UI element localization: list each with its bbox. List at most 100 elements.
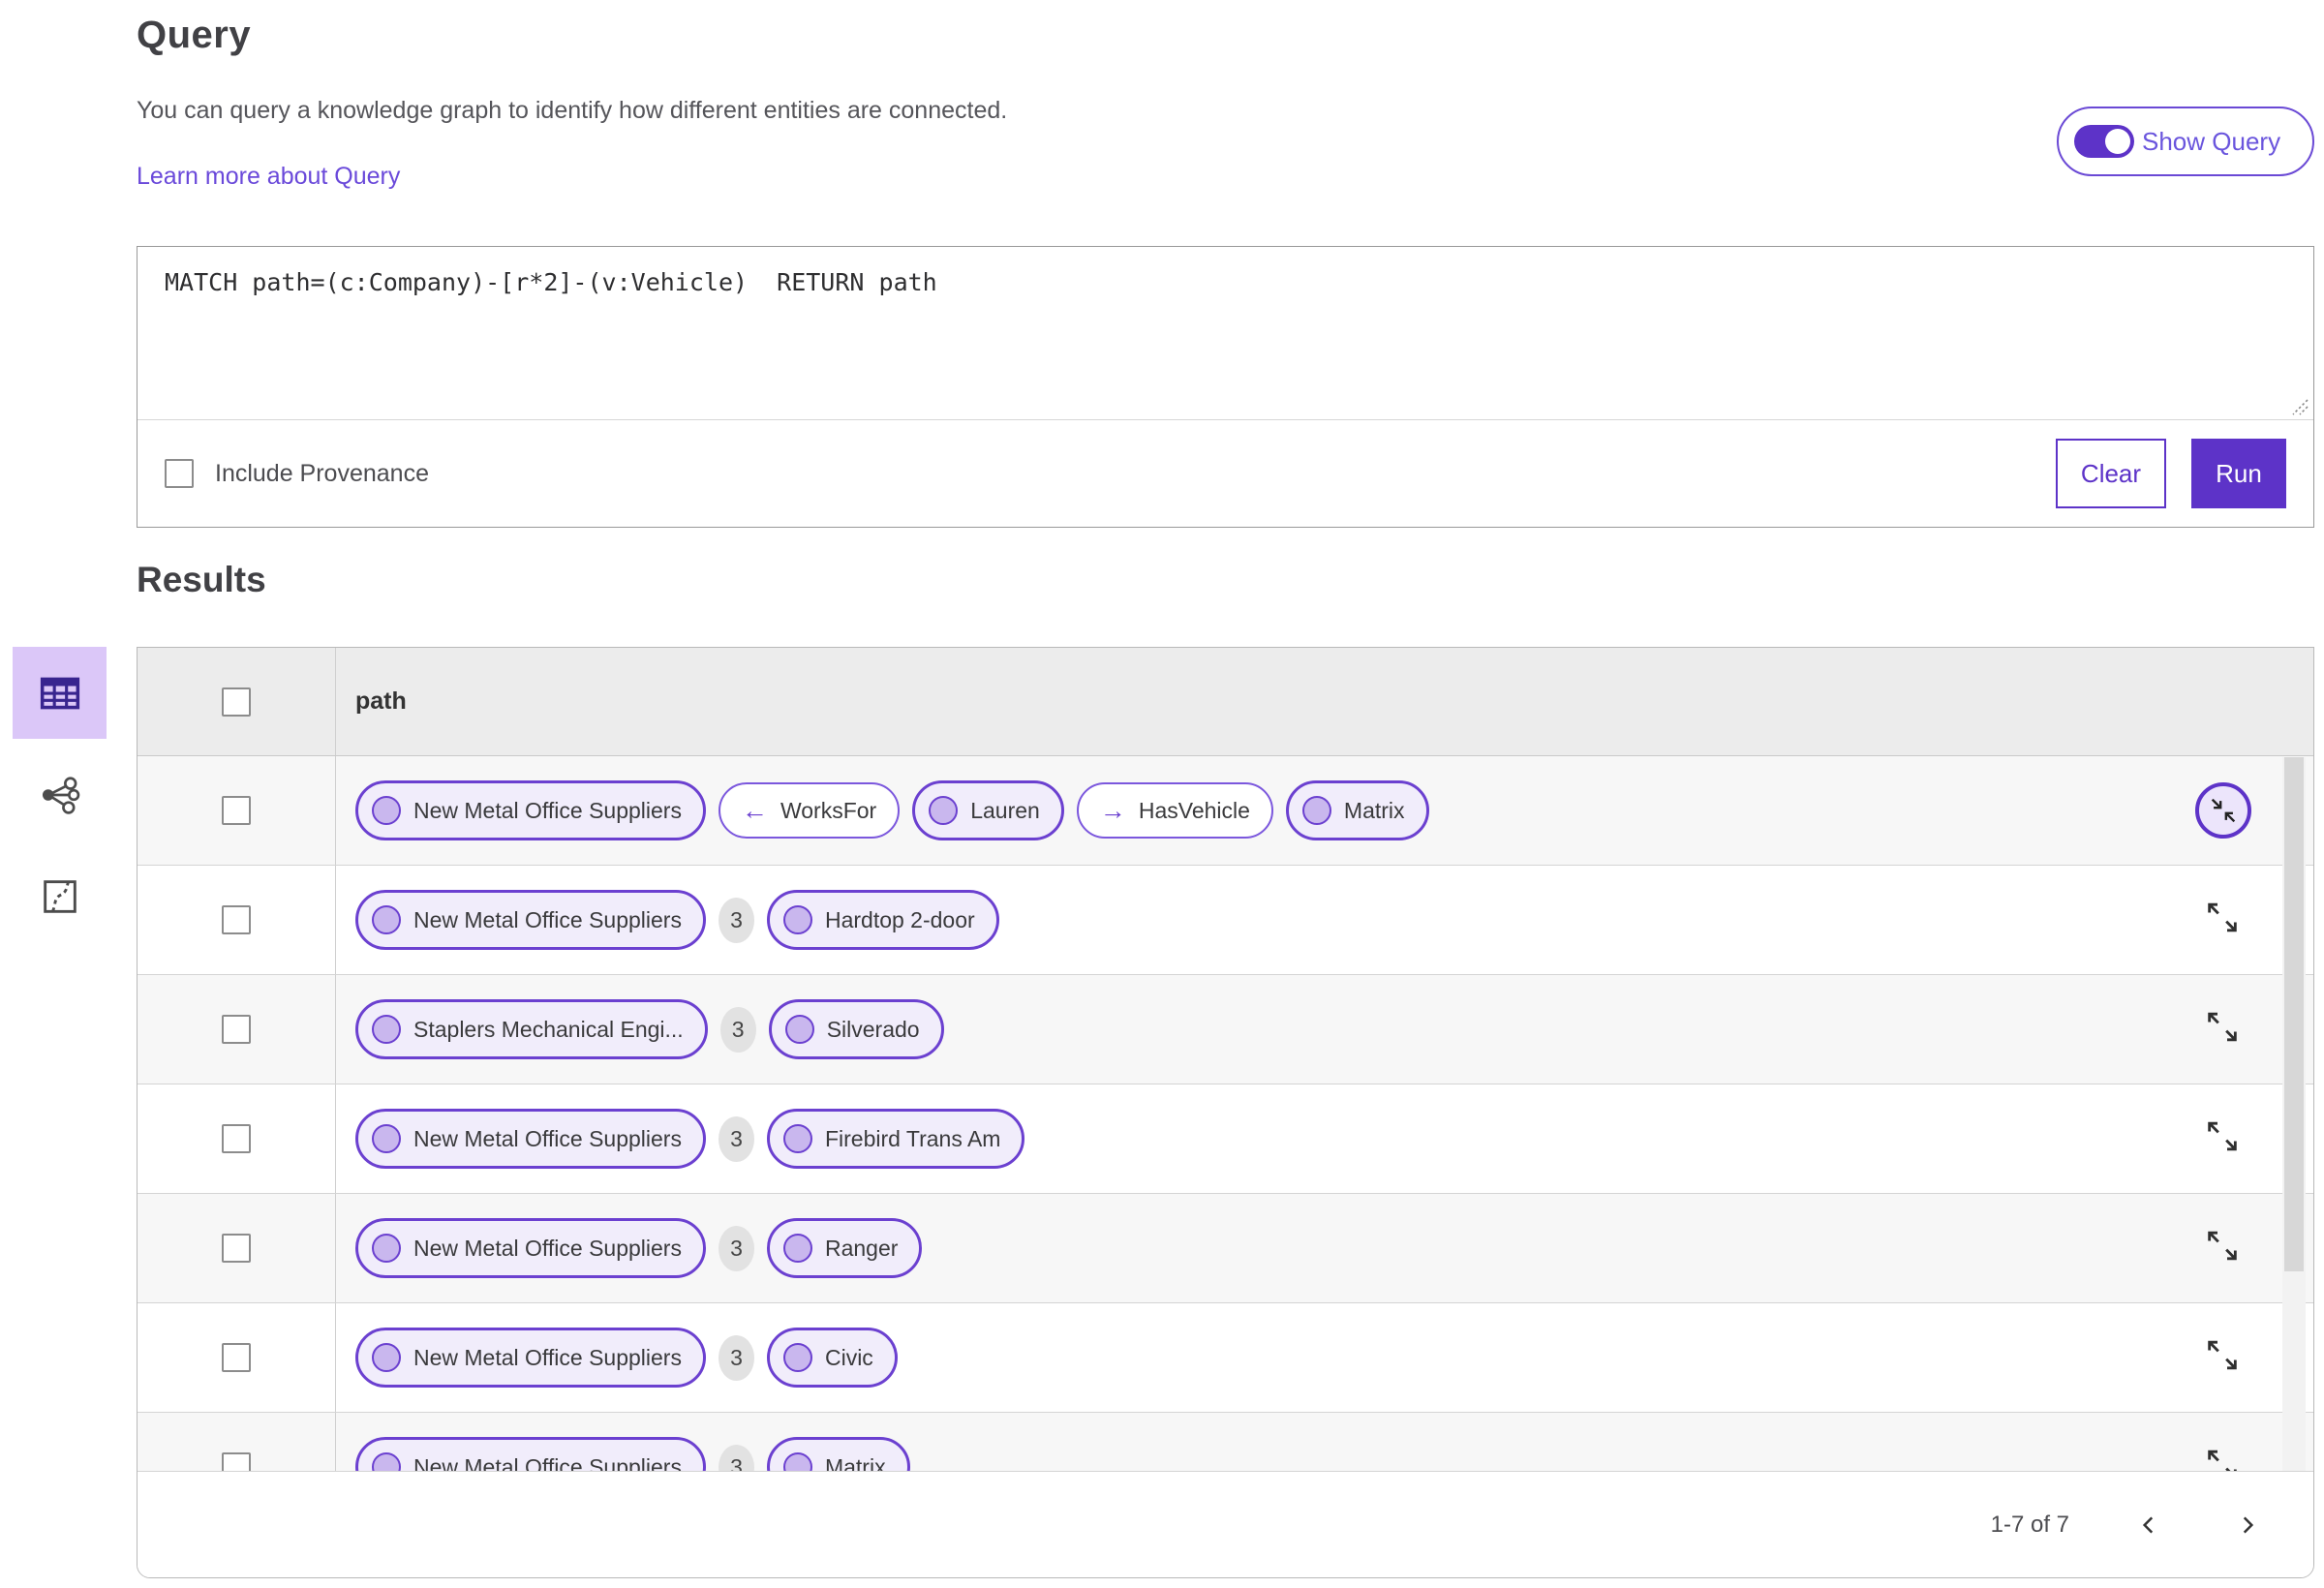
entity-pill[interactable]: New Metal Office Suppliers bbox=[355, 1328, 706, 1388]
table-row: New Metal Office Suppliers 3 Hardtop 2-doo… bbox=[138, 866, 2313, 975]
table-row: New Metal Office Suppliers ← WorksFor Laure… bbox=[138, 756, 2313, 866]
clear-button[interactable]: Clear bbox=[2056, 439, 2166, 508]
table-row: New Metal Office Suppliers 3 Civic bbox=[138, 1303, 2313, 1413]
include-provenance-checkbox[interactable] bbox=[165, 459, 194, 488]
pill-label: New Metal Office Suppliers bbox=[413, 1125, 682, 1151]
entity-pill[interactable]: Silverado bbox=[768, 999, 944, 1059]
path-cell: New Metal Office Suppliers ← WorksFor Laure… bbox=[336, 780, 2313, 840]
entity-node-icon bbox=[372, 796, 401, 825]
arrow-right-icon: → bbox=[1099, 795, 1126, 825]
expand-row-button[interactable] bbox=[2203, 1117, 2242, 1161]
entity-pill[interactable]: Lauren bbox=[912, 780, 1064, 840]
next-page-button[interactable] bbox=[2228, 1506, 2267, 1544]
collapsed-count-badge[interactable]: 3 bbox=[718, 897, 754, 943]
query-toolbar: Include Provenance Clear Run bbox=[138, 420, 2313, 527]
entity-pill[interactable]: New Metal Office Suppliers bbox=[355, 1109, 706, 1169]
collapsed-count-badge[interactable]: 3 bbox=[718, 1334, 754, 1381]
path-cell: New Metal Office Suppliers 3 Firebird Tran… bbox=[336, 1109, 2313, 1169]
entity-node-icon bbox=[372, 1234, 401, 1263]
entity-pill[interactable]: Ranger bbox=[766, 1218, 923, 1278]
row-checkbox-cell bbox=[138, 756, 336, 865]
collapsed-count-badge[interactable]: 3 bbox=[718, 1225, 754, 1271]
pill-label: Hardtop 2-door bbox=[824, 906, 975, 932]
row-checkbox[interactable] bbox=[222, 1234, 251, 1263]
entity-pill[interactable]: Firebird Trans Am bbox=[766, 1109, 1025, 1169]
results-table-body: New Metal Office Suppliers ← WorksFor Laure… bbox=[138, 756, 2313, 1522]
entity-node-icon bbox=[1301, 796, 1331, 825]
row-checkbox[interactable] bbox=[222, 905, 251, 934]
row-checkbox[interactable] bbox=[222, 1015, 251, 1044]
pill-label: Civic bbox=[824, 1344, 873, 1370]
collapsed-count-badge[interactable]: 3 bbox=[719, 1006, 756, 1053]
previous-page-button[interactable] bbox=[2129, 1506, 2168, 1544]
select-all-checkbox[interactable] bbox=[222, 687, 251, 717]
collapsed-count-badge[interactable]: 3 bbox=[718, 1115, 754, 1162]
pagination-range-label: 1-7 of 7 bbox=[1990, 1511, 2069, 1538]
entity-node-icon bbox=[929, 796, 959, 825]
entity-pill[interactable]: New Metal Office Suppliers bbox=[355, 1218, 706, 1278]
expand-row-button[interactable] bbox=[2203, 1336, 2242, 1380]
expand-row-button[interactable] bbox=[2203, 1008, 2242, 1052]
entity-node-icon bbox=[372, 1343, 401, 1372]
pill-label: HasVehicle bbox=[1138, 797, 1250, 823]
entity-pill[interactable]: Staplers Mechanical Engi... bbox=[355, 999, 708, 1059]
collapse-icon bbox=[2211, 798, 2236, 823]
show-query-label: Show Query bbox=[2142, 126, 2281, 156]
entity-node-icon bbox=[782, 1124, 812, 1153]
pill-label: WorksFor bbox=[780, 797, 877, 823]
pill-label: Firebird Trans Am bbox=[824, 1125, 1001, 1151]
table-scrollbar[interactable] bbox=[2282, 757, 2306, 1471]
entity-pill[interactable]: Hardtop 2-door bbox=[766, 890, 999, 950]
entity-pill[interactable]: Civic bbox=[766, 1328, 898, 1388]
include-provenance-label: Include Provenance bbox=[215, 459, 429, 487]
link-chart-view-icon bbox=[42, 776, 79, 814]
results-view-sidebar bbox=[13, 647, 107, 942]
relationship-pill[interactable]: ← WorksFor bbox=[718, 782, 901, 839]
pill-label: New Metal Office Suppliers bbox=[413, 1344, 682, 1370]
run-button[interactable]: Run bbox=[2191, 439, 2286, 508]
row-checkbox[interactable] bbox=[222, 1343, 251, 1372]
results-table: path New Metal Office Suppliers ← WorksFor… bbox=[137, 647, 2314, 1578]
expand-row-button[interactable] bbox=[2203, 1227, 2242, 1270]
entity-pill[interactable]: New Metal Office Suppliers bbox=[355, 780, 706, 840]
scrollbar-thumb[interactable] bbox=[2284, 757, 2304, 1271]
map-view-button[interactable] bbox=[13, 850, 107, 942]
arrow-left-icon: ← bbox=[741, 795, 768, 825]
relationship-pill[interactable]: → HasVehicle bbox=[1076, 782, 1273, 839]
entity-node-icon bbox=[782, 1234, 812, 1263]
chevron-right-icon bbox=[2243, 1516, 2254, 1533]
row-checkbox-cell bbox=[138, 1303, 336, 1412]
path-cell: New Metal Office Suppliers 3 Ranger bbox=[336, 1218, 2313, 1278]
query-description: You can query a knowledge graph to ident… bbox=[137, 97, 1008, 124]
learn-more-link[interactable]: Learn more about Query bbox=[137, 163, 400, 191]
pill-label: New Metal Office Suppliers bbox=[413, 797, 682, 823]
row-checkbox-cell bbox=[138, 1194, 336, 1302]
path-cell: New Metal Office Suppliers 3 Civic bbox=[336, 1328, 2313, 1388]
table-view-button[interactable] bbox=[13, 647, 107, 739]
select-all-cell bbox=[138, 648, 336, 755]
row-checkbox[interactable] bbox=[222, 1124, 251, 1153]
collapse-row-button[interactable] bbox=[2195, 782, 2251, 839]
expand-icon bbox=[2208, 1012, 2237, 1042]
path-cell: New Metal Office Suppliers 3 Hardtop 2-doo… bbox=[336, 890, 2313, 950]
link-chart-view-button[interactable] bbox=[13, 748, 107, 840]
entity-pill[interactable]: New Metal Office Suppliers bbox=[355, 890, 706, 950]
table-row: Staplers Mechanical Engi... 3 Silverado bbox=[138, 975, 2313, 1084]
entity-node-icon bbox=[782, 905, 812, 934]
toggle-switch-icon[interactable] bbox=[2074, 125, 2134, 158]
expand-row-button[interactable] bbox=[2203, 899, 2242, 942]
expand-icon bbox=[2208, 1231, 2237, 1261]
page-title: Query bbox=[137, 14, 252, 56]
row-checkbox-cell bbox=[138, 975, 336, 1084]
resize-handle-icon[interactable] bbox=[2287, 394, 2310, 417]
row-checkbox[interactable] bbox=[222, 796, 251, 825]
query-panel: MATCH path=(c:Company)-[r*2]-(v:Vehicle)… bbox=[137, 246, 2314, 528]
entity-pill[interactable]: Matrix bbox=[1285, 780, 1429, 840]
show-query-toggle[interactable]: Show Query bbox=[2057, 107, 2314, 176]
pill-label: New Metal Office Suppliers bbox=[413, 1235, 682, 1261]
query-page: { "colors": { "accent_purple": "#5d33c8"… bbox=[0, 0, 2324, 1588]
query-text-input[interactable]: MATCH path=(c:Company)-[r*2]-(v:Vehicle)… bbox=[138, 247, 2313, 420]
row-checkbox-cell bbox=[138, 1084, 336, 1193]
pill-label: Ranger bbox=[824, 1235, 899, 1261]
results-table-header: path bbox=[138, 648, 2313, 756]
